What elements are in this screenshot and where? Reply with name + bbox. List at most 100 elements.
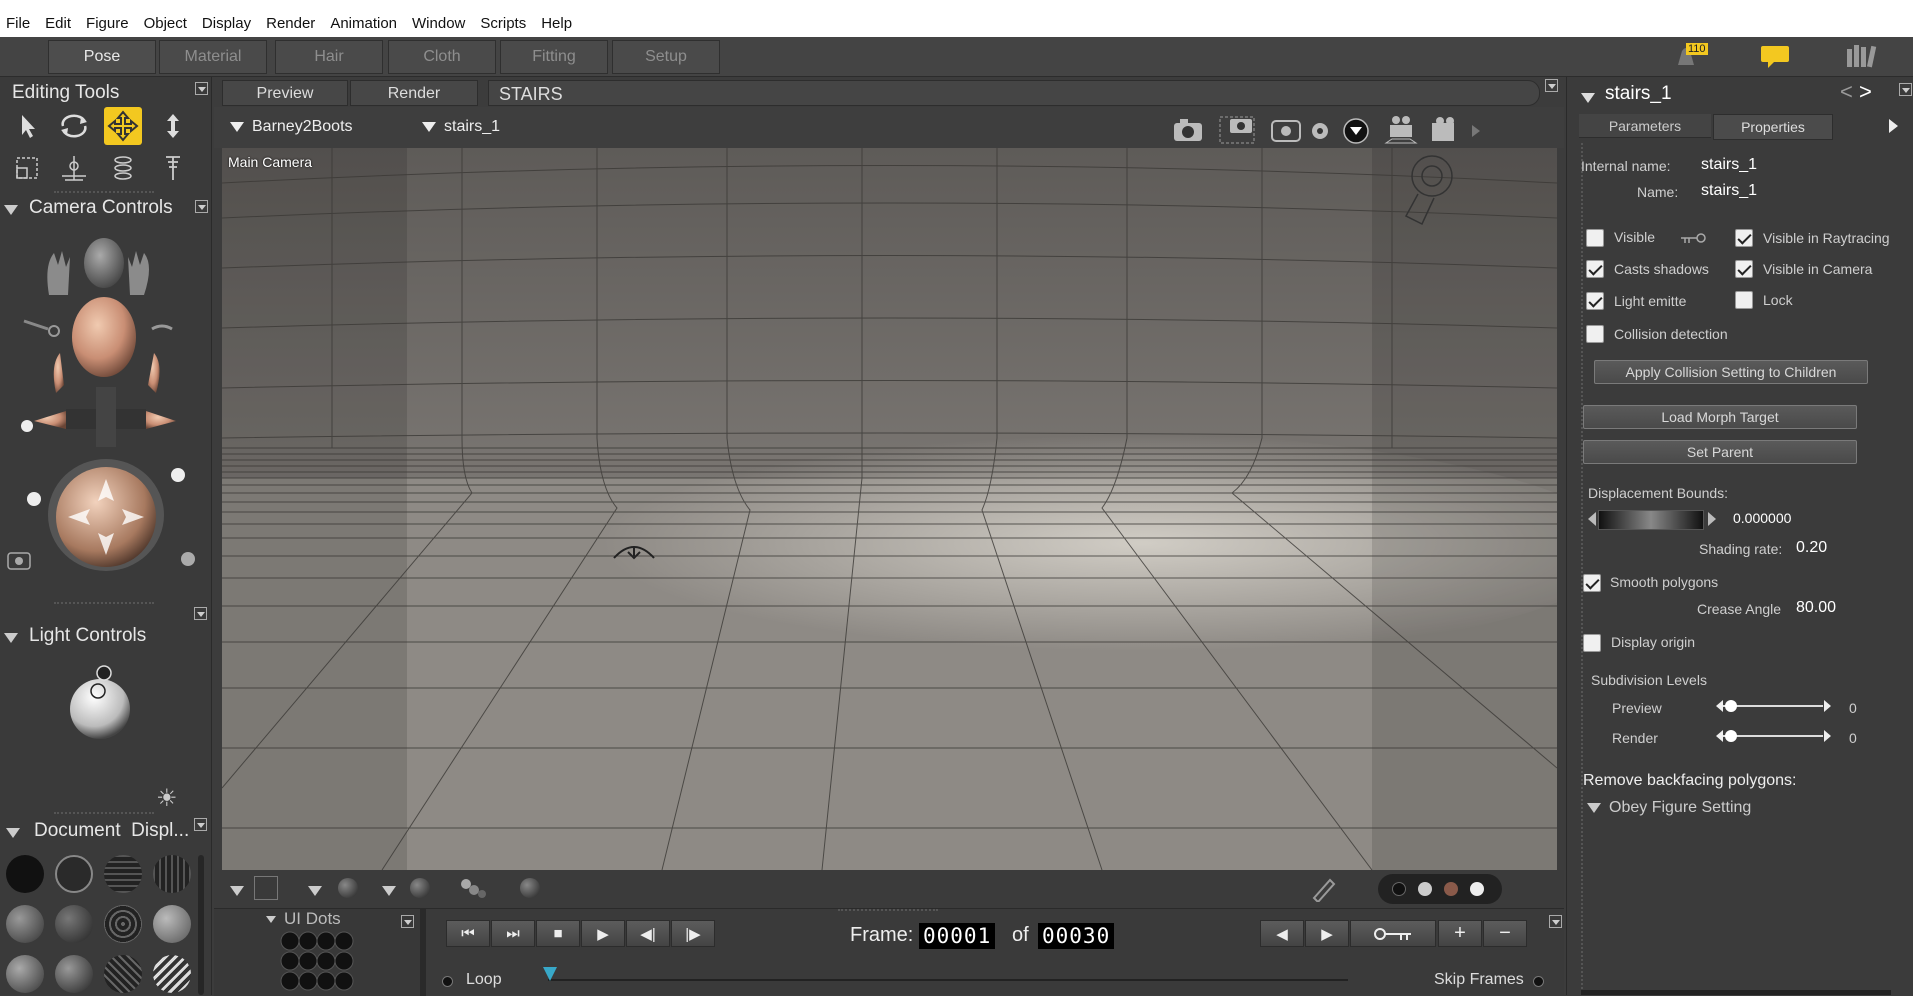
panel-splitter[interactable] [1581, 143, 1583, 989]
subdivision-preview-knob[interactable] [1725, 700, 1737, 712]
loop-radio[interactable] [442, 976, 453, 987]
toolbar-scroll-right-icon[interactable] [1472, 125, 1480, 137]
rotate-tool-icon[interactable] [55, 107, 93, 145]
crease-angle-value[interactable]: 80.00 [1796, 599, 1836, 617]
menu-file[interactable]: File [0, 15, 39, 32]
displacement-increase-icon[interactable] [1708, 512, 1716, 526]
display-origin-checkbox[interactable] [1583, 634, 1601, 652]
light-emitter-checkbox[interactable] [1586, 292, 1604, 310]
name-field[interactable]: stairs_1 [1701, 182, 1757, 200]
select-tool-icon[interactable] [8, 107, 46, 145]
subdivision-preview-slider[interactable] [1723, 705, 1823, 707]
display-style-hidden-line-icon[interactable] [153, 855, 191, 893]
foreground-color-dropdown-icon[interactable] [382, 882, 404, 900]
load-morph-target-button[interactable]: Load Morph Target [1583, 405, 1857, 429]
room-tab-fitting[interactable]: Fitting [500, 40, 608, 74]
frame-total-field[interactable]: 00030 [1038, 923, 1115, 949]
tabs-scroll-right-icon[interactable] [1889, 119, 1898, 133]
visible-key-icon[interactable] [1679, 231, 1707, 245]
movie-camera-icon[interactable] [1384, 116, 1418, 144]
smooth-polygons-checkbox[interactable] [1583, 574, 1601, 592]
tab-parameters[interactable]: Parameters [1579, 114, 1711, 138]
shadow-color-icon[interactable] [338, 878, 358, 898]
shading-rate-value[interactable]: 0.20 [1796, 539, 1827, 557]
menu-object[interactable]: Object [138, 15, 196, 32]
display-style-cartoon-icon[interactable] [153, 905, 191, 943]
sphere-light-icon[interactable] [1343, 118, 1369, 144]
stop-button[interactable]: ■ [536, 920, 580, 947]
translate-tool-icon[interactable] [104, 107, 142, 145]
viewport-menu-arrow-icon[interactable] [1545, 79, 1558, 92]
translate-in-out-tool-icon[interactable] [154, 107, 192, 145]
display-style-wireframe-icon[interactable] [104, 855, 142, 893]
camera-controls-collapse-icon[interactable] [4, 199, 26, 221]
scale-tool-icon[interactable] [8, 149, 46, 187]
ui-dots-grid[interactable] [280, 931, 356, 995]
3d-viewport[interactable]: Main Camera [222, 148, 1557, 870]
snapshot-icon[interactable] [1271, 120, 1301, 142]
group-camera-icon[interactable] [1432, 117, 1454, 141]
menu-animation[interactable]: Animation [324, 15, 406, 32]
pen-tool-icon[interactable] [1310, 876, 1336, 904]
properties-collapse-icon[interactable] [1581, 89, 1603, 107]
backfacing-dropdown[interactable]: Obey Figure Setting [1587, 799, 1751, 817]
background-color-swatch[interactable] [254, 876, 278, 900]
document-display-scrollbar[interactable] [198, 855, 204, 995]
subdivision-render-decrease-icon[interactable] [1716, 730, 1723, 742]
display-style-flat-shaded-icon[interactable] [55, 905, 93, 943]
collision-detection-checkbox[interactable] [1586, 325, 1604, 343]
editing-tools-menu-arrow-icon[interactable] [195, 82, 208, 95]
light-controls-collapse-icon[interactable] [4, 627, 26, 649]
taper-tool-icon[interactable] [104, 149, 142, 187]
timeline-track[interactable] [548, 979, 1348, 981]
display-style-smooth-shaded-icon[interactable] [6, 955, 44, 993]
frame-current-field[interactable]: 00001 [919, 923, 996, 949]
area-render-icon[interactable] [1219, 116, 1255, 144]
properties-menu-arrow-icon[interactable] [1899, 83, 1912, 96]
visible-in-raytracing-checkbox[interactable] [1735, 229, 1753, 247]
figure-selector[interactable]: Barney2Boots [230, 118, 353, 136]
display-style-texture-shaded-icon[interactable] [55, 955, 93, 993]
render-camera-icon[interactable] [1174, 119, 1202, 141]
menu-edit[interactable]: Edit [39, 15, 80, 32]
camera-controls-menu-arrow-icon[interactable] [195, 200, 208, 213]
ground-shadows-icon[interactable] [458, 876, 488, 900]
visible-checkbox[interactable] [1586, 229, 1604, 247]
displacement-dial[interactable] [1598, 510, 1704, 530]
shadow-color-dropdown-icon[interactable] [308, 882, 330, 900]
menu-display[interactable]: Display [196, 15, 260, 32]
face-camera-icon[interactable] [1312, 123, 1328, 139]
chat-bubble-icon[interactable] [1760, 45, 1790, 74]
ui-dots-menu-arrow-icon[interactable] [401, 915, 414, 928]
go-to-end-button[interactable]: ⏭ [491, 920, 535, 947]
go-to-start-button[interactable]: ⏮ [446, 920, 490, 947]
menu-render[interactable]: Render [260, 15, 324, 32]
tab-properties[interactable]: Properties [1713, 114, 1833, 140]
tracking-fast-icon[interactable] [1418, 882, 1432, 896]
skip-frames-radio[interactable] [1533, 976, 1544, 987]
background-color-dropdown-icon[interactable] [230, 882, 252, 900]
room-tab-hair[interactable]: Hair [275, 40, 383, 74]
display-style-flat-lined-icon[interactable] [104, 905, 142, 943]
apply-collision-button[interactable]: Apply Collision Setting to Children [1594, 360, 1868, 384]
twist-tool-icon[interactable] [55, 149, 93, 187]
displacement-decrease-icon[interactable] [1588, 512, 1596, 526]
menu-figure[interactable]: Figure [80, 15, 138, 32]
notification-bell-icon[interactable]: 110 [1672, 43, 1708, 69]
add-keyframe-button[interactable]: + [1438, 920, 1482, 947]
lock-checkbox[interactable] [1735, 291, 1753, 309]
properties-bottom-scrollbar[interactable] [1581, 990, 1891, 995]
subdivision-render-increase-icon[interactable] [1824, 730, 1831, 742]
tab-preview[interactable]: Preview [222, 80, 348, 106]
tracking-box-icon[interactable] [1392, 882, 1406, 896]
next-keyframe-button[interactable]: ▶ [1305, 920, 1349, 947]
subdivision-render-slider[interactable] [1723, 735, 1823, 737]
casts-shadows-checkbox[interactable] [1586, 260, 1604, 278]
actor-selector[interactable]: stairs_1 [422, 118, 500, 136]
library-books-icon[interactable] [1845, 43, 1879, 74]
menu-window[interactable]: Window [406, 15, 474, 32]
room-tab-cloth[interactable]: Cloth [388, 40, 496, 74]
light-controls-menu-arrow-icon[interactable] [194, 607, 207, 620]
displacement-value[interactable]: 0.000000 [1733, 510, 1791, 526]
room-tab-material[interactable]: Material [159, 40, 267, 74]
